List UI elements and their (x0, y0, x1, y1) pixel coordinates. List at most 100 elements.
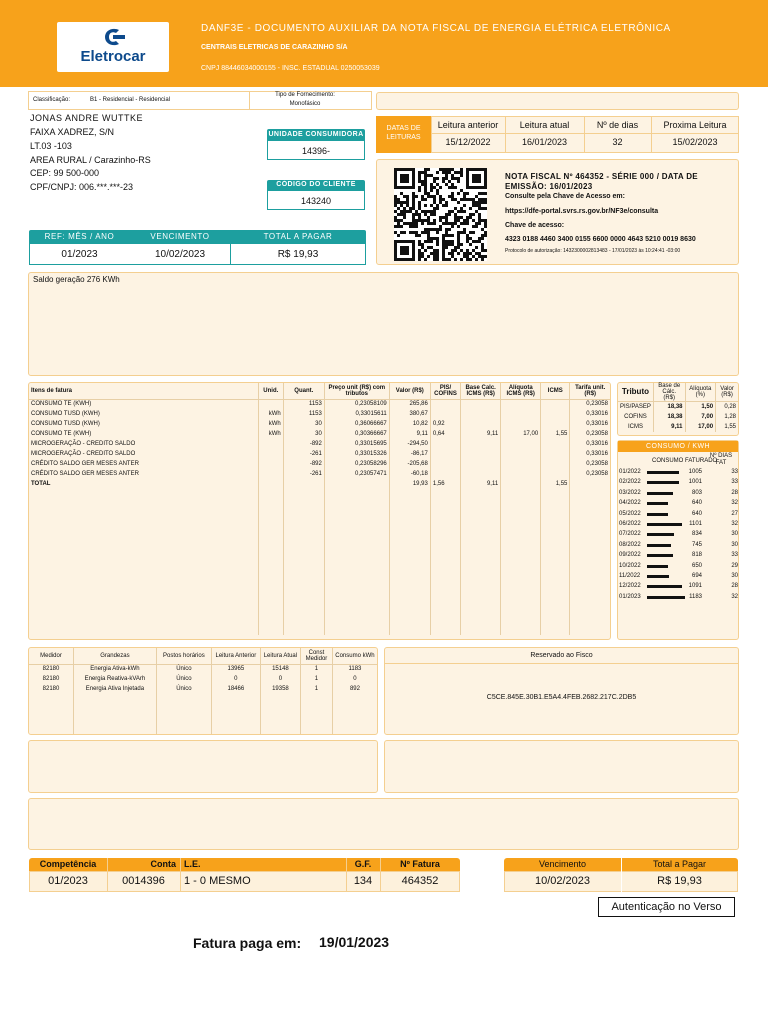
items-cell (500, 449, 541, 459)
table-row: CRÉDITO SALDO GER MESES ANTER -892 0,23058… (29, 459, 610, 469)
items-cell: 0,33016 (569, 439, 610, 449)
items-cell: -294,50 (388, 439, 431, 449)
items-cell: 9,11 (460, 429, 501, 439)
items-total-cell (257, 479, 284, 489)
supply-value: Monofásico (289, 101, 321, 107)
taxes-cell: 1,28 (715, 411, 738, 422)
taxes-header-cell: Valor (R$) (715, 383, 738, 402)
ref-month-value: 01/2023 (61, 249, 98, 260)
items-cell: CRÉDITO SALDO GER MESES ANTER (31, 471, 139, 477)
items-cell: 0,64 (429, 429, 461, 439)
items-total-cell (323, 479, 390, 489)
consumption-kwh: 803 (691, 490, 702, 496)
items-cell: 0,23058296 (323, 459, 390, 469)
consumption-month: 08/2022 (619, 542, 641, 548)
meters-filler-row (29, 694, 377, 734)
consumption-kwh: 1183 (689, 594, 702, 600)
footer-value-1: 0014396 (122, 875, 165, 887)
consumption-month: 09/2022 (619, 552, 641, 558)
items-cell: 0,23057471 (323, 469, 390, 479)
reading-value-1: 16/01/2023 (521, 137, 568, 147)
consumption-bar (647, 565, 668, 568)
items-cell: MICROGERAÇÃO - CREDITO SALDO (31, 441, 136, 447)
items-cell: 380,67 (388, 409, 431, 419)
footer-value-4: 464352 (401, 875, 439, 887)
items-total-cell (282, 479, 325, 489)
items-cell: 30 (282, 429, 325, 439)
items-cell: -60,18 (388, 469, 431, 479)
items-cell: kWh (257, 419, 284, 429)
consumption-days: 33 (731, 469, 738, 475)
meters-header-cell: Const Medidor (300, 648, 333, 665)
items-header-cell: Base Calc. ICMS (R$) (460, 383, 501, 400)
items-cell (460, 459, 501, 469)
items-cell (500, 439, 541, 449)
items-cell (429, 409, 461, 419)
customer-address-2: LT.03 -103 (30, 141, 72, 151)
items-header-row: Itens de fatura Unid. Quant. Preço unit (R$… (29, 383, 610, 400)
items-cell: 1,55 (540, 429, 570, 439)
reading-label-2: Nº de dias (596, 120, 639, 130)
customer-address-3: AREA RURAL / Carazinho-RS (30, 155, 151, 165)
items-total-cell: 9,11 (460, 479, 501, 489)
client-code-value: 143240 (267, 190, 365, 210)
meters-cell: 0 (331, 674, 377, 684)
items-cell (257, 439, 284, 449)
nf-url[interactable]: https://dfe-portal.svrs.rs.gov.br/NF3e/c… (505, 208, 658, 215)
items-cell (460, 399, 501, 409)
items-cell: -892 (282, 439, 325, 449)
items-cell: 0,23058 (569, 459, 610, 469)
footer-divider (107, 858, 108, 892)
supply-label: Tipo de Fornecimento: (275, 92, 335, 98)
items-cell (540, 469, 570, 479)
items-cell: kWh (257, 429, 284, 439)
consumption-bar (647, 523, 682, 526)
table-row: CONSUMO TE (KWH) kWh 30 0,30366667 9,11 0,64 9… (29, 429, 610, 439)
consumption-days: 27 (731, 511, 738, 517)
meters-header-cell: Postos horários (155, 648, 212, 665)
consumption-kwh: 1001 (688, 479, 702, 485)
ref-month-label: REF: MÊS / ANO (44, 232, 115, 241)
footer-label-2: L.E. (184, 859, 201, 869)
top-right-empty-box (376, 92, 739, 110)
taxes-cell: 1,50 (684, 401, 716, 412)
meters-cell: 19358 (259, 684, 301, 694)
table-row: CONSUMO TE (KWH) 1153 0,23058109 265,86 0,23… (29, 399, 610, 409)
consumption-kwh: 640 (691, 511, 702, 517)
items-cell (540, 399, 570, 409)
items-cell (429, 399, 461, 409)
table-row: ICMS 9,11 17,00 1,55 (618, 421, 738, 432)
nf-line-1: NOTA FISCAL Nº 464352 - SÉRIE 000 / DATA… (505, 172, 698, 181)
meters-cell: 18466 (210, 684, 261, 694)
consumption-bar (647, 471, 679, 474)
items-cell: kWh (257, 409, 284, 419)
taxes-cell: 1,55 (715, 421, 738, 432)
reading-label-3: Proxima Leitura (663, 120, 727, 130)
client-code-label: CÓDIGO DO CLIENTE (267, 180, 365, 190)
consumption-days: 32 (731, 521, 738, 527)
meters-cell: Único (155, 684, 212, 694)
table-row: 82180 Energia Reativa-kVArh Único 0 0 1 0 (29, 674, 377, 684)
taxes-cell: 17,00 (684, 421, 716, 432)
meters-header-cell: Consumo kWh (331, 648, 377, 665)
consumption-days: 30 (731, 542, 738, 548)
items-cell (500, 459, 541, 469)
empty-box-right (384, 740, 739, 793)
due-date-value: 10/02/2023 (154, 249, 206, 260)
items-cell: -261 (282, 469, 325, 479)
consumption-month: 12/2022 (619, 583, 641, 589)
empty-box-left (28, 740, 378, 793)
consumption-bar (647, 533, 674, 536)
footer-value-3: 134 (353, 875, 373, 887)
items-total-cell: 1,55 (540, 479, 570, 489)
items-cell: 0,23058 (569, 469, 610, 479)
items-total-cell: 19,93 (388, 479, 431, 489)
items-cell: 1153 (282, 409, 325, 419)
items-cell (540, 439, 570, 449)
items-cell (257, 399, 284, 409)
items-cell: 0,23058 (569, 399, 610, 409)
meters-cell: 0 (259, 674, 301, 684)
items-cell (500, 469, 541, 479)
company-name: CENTRAIS ELETRICAS DE CARAZINHO S/A (201, 44, 348, 51)
meters-cell: 892 (331, 684, 377, 694)
